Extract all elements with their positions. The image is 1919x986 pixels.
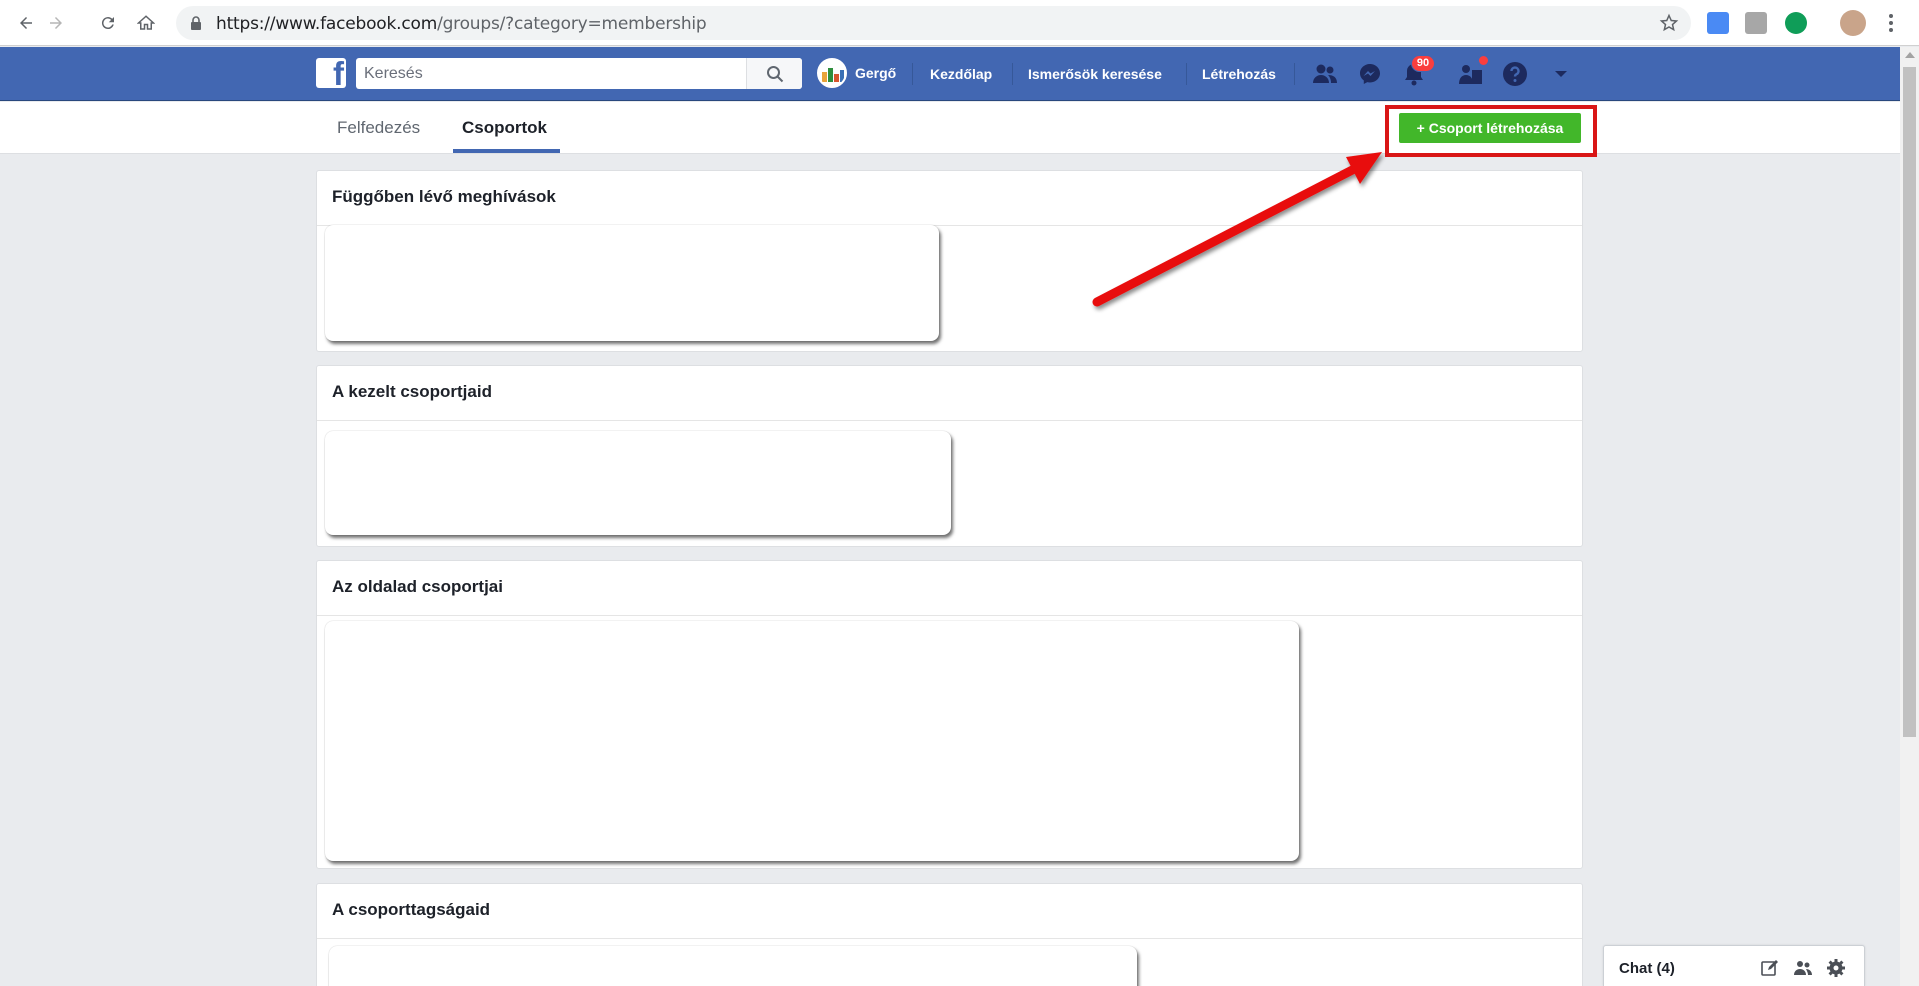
section-title: Függőben lévő meghívások [332, 187, 556, 206]
back-button[interactable] [14, 11, 38, 35]
home-icon [137, 15, 155, 30]
nav-find-friends-link[interactable]: Ismerősök keresése [1028, 66, 1162, 82]
section-divider [317, 615, 1582, 616]
nav-divider [912, 63, 913, 85]
facebook-logo[interactable]: f [316, 58, 346, 88]
nav-divider [1186, 63, 1187, 85]
help-icon[interactable] [1501, 60, 1529, 88]
arrow-left-icon [20, 17, 32, 29]
scroll-up-arrow-icon[interactable] [1905, 52, 1915, 58]
highlight-box [1385, 105, 1597, 157]
address-bar[interactable]: https://www.facebook.com/groups/?categor… [176, 6, 1691, 40]
url-text: https://www.facebook.com/groups/?categor… [216, 14, 707, 34]
blank-content-area [329, 946, 1137, 986]
blank-content-area [325, 225, 939, 341]
compose-icon[interactable] [1760, 958, 1780, 978]
friend-requests-icon[interactable] [1311, 60, 1339, 88]
browser-toolbar: https://www.facebook.com/groups/?categor… [0, 0, 1919, 46]
nav-divider [1294, 63, 1295, 85]
menu-dots-icon[interactable] [1889, 14, 1893, 32]
pending-invites-card: Függőben lévő meghívások [316, 170, 1583, 352]
facebook-header: f Gergő Kezdőlap Ismerősök keresése Létr… [0, 47, 1900, 101]
search-icon [766, 65, 783, 82]
groups-tabs-bar: Felfedezés Csoportok [0, 102, 1900, 154]
profile-name: Gergő [855, 65, 897, 81]
bookmark-star-icon[interactable] [1659, 13, 1679, 33]
memberships-card: A csoporttagságaid [316, 883, 1583, 986]
managed-groups-card: A kezelt csoportjaid [316, 365, 1583, 547]
chat-bar[interactable]: Chat (4) [1603, 945, 1865, 986]
reload-icon [101, 17, 114, 30]
section-divider [317, 938, 1582, 939]
green-extension-icon[interactable] [1785, 12, 1807, 34]
arrow-right-icon [50, 17, 62, 29]
blank-content-area [325, 621, 1299, 861]
extension-icon[interactable] [1707, 12, 1729, 34]
gear-icon[interactable] [1826, 958, 1846, 978]
section-title: A kezelt csoportjaid [332, 382, 492, 401]
reload-button[interactable] [96, 11, 120, 35]
url-path: /groups/?category=membership [437, 14, 707, 34]
messenger-icon[interactable] [1356, 60, 1384, 88]
section-divider [317, 420, 1582, 421]
nav-divider [1012, 63, 1013, 85]
notifications-count-badge: 90 [1411, 55, 1435, 72]
nav-home-link[interactable]: Kezdőlap [930, 66, 992, 82]
account-menu-caret-icon[interactable] [1547, 60, 1575, 88]
chat-label: Chat (4) [1619, 960, 1675, 977]
pages-alert-dot [1477, 54, 1490, 67]
home-button[interactable] [134, 11, 158, 35]
avatar [817, 58, 847, 88]
search-input[interactable] [356, 58, 746, 89]
blank-content-area [325, 431, 951, 535]
lock-icon [191, 16, 201, 30]
tab-discover[interactable]: Felfedezés [337, 118, 420, 138]
logo-letter: f [333, 58, 344, 88]
page-groups-card: Az oldalad csoportjai [316, 560, 1583, 869]
code-extension-icon[interactable] [1745, 12, 1767, 34]
section-title: Az oldalad csoportjai [332, 577, 503, 596]
search-box [356, 58, 802, 89]
nav-create-link[interactable]: Létrehozás [1202, 66, 1276, 82]
forward-button[interactable] [44, 11, 68, 35]
active-tab-indicator [453, 149, 560, 153]
page-scrollbar[interactable] [1900, 47, 1919, 986]
url-host: https://www.facebook.com [216, 14, 438, 34]
tab-groups[interactable]: Csoportok [462, 118, 547, 138]
scrollbar-thumb[interactable] [1903, 67, 1916, 737]
section-title: A csoporttagságaid [332, 900, 491, 919]
group-chat-icon[interactable] [1793, 958, 1813, 978]
search-button[interactable] [746, 58, 802, 89]
profile-avatar[interactable] [1840, 10, 1866, 36]
profile-link[interactable]: Gergő [817, 57, 896, 89]
